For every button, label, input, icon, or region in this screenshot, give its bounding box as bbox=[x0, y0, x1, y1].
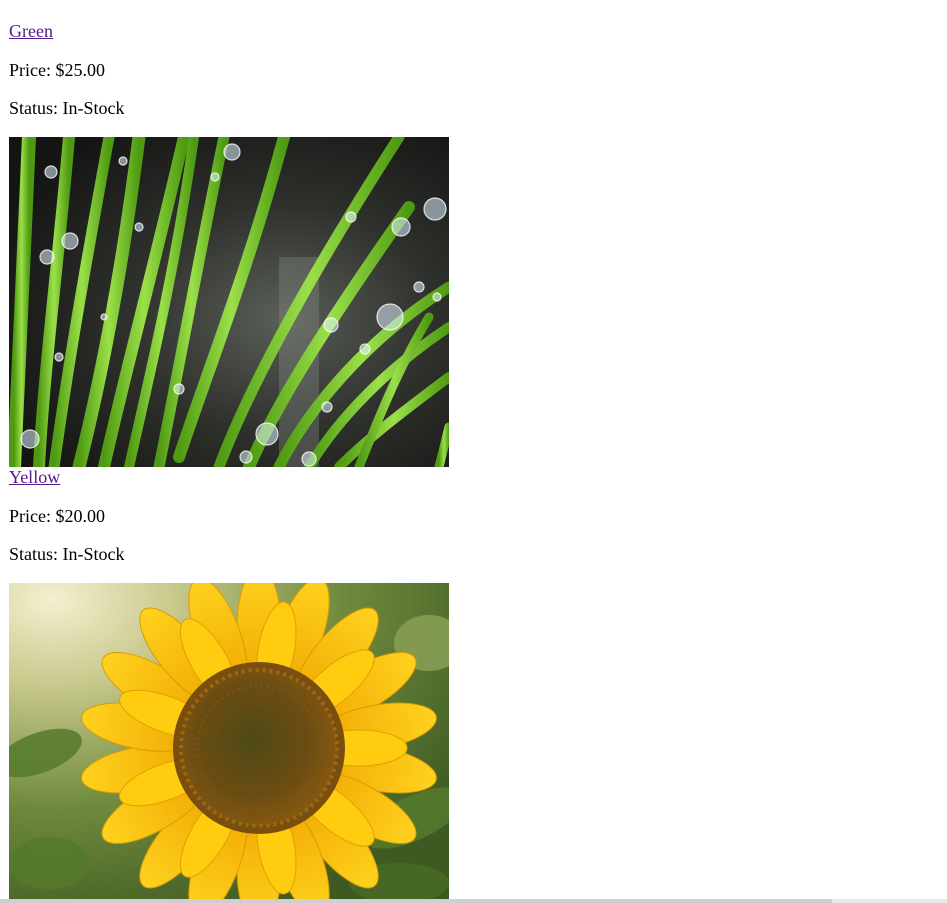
scrollbar-thumb[interactable] bbox=[0, 899, 832, 903]
product-status-green: Status: In-Stock bbox=[9, 98, 125, 118]
horizontal-scrollbar[interactable] bbox=[0, 899, 947, 903]
product-price-yellow: Price: $20.00 bbox=[9, 506, 105, 526]
product-status-yellow: Status: In-Stock bbox=[9, 544, 125, 564]
product-link-yellow[interactable]: Yellow bbox=[9, 467, 60, 487]
product-image-green bbox=[9, 137, 449, 467]
product-image-yellow bbox=[9, 583, 449, 899]
product-price-green: Price: $25.00 bbox=[9, 60, 105, 80]
product-link-green[interactable]: Green bbox=[9, 21, 53, 41]
